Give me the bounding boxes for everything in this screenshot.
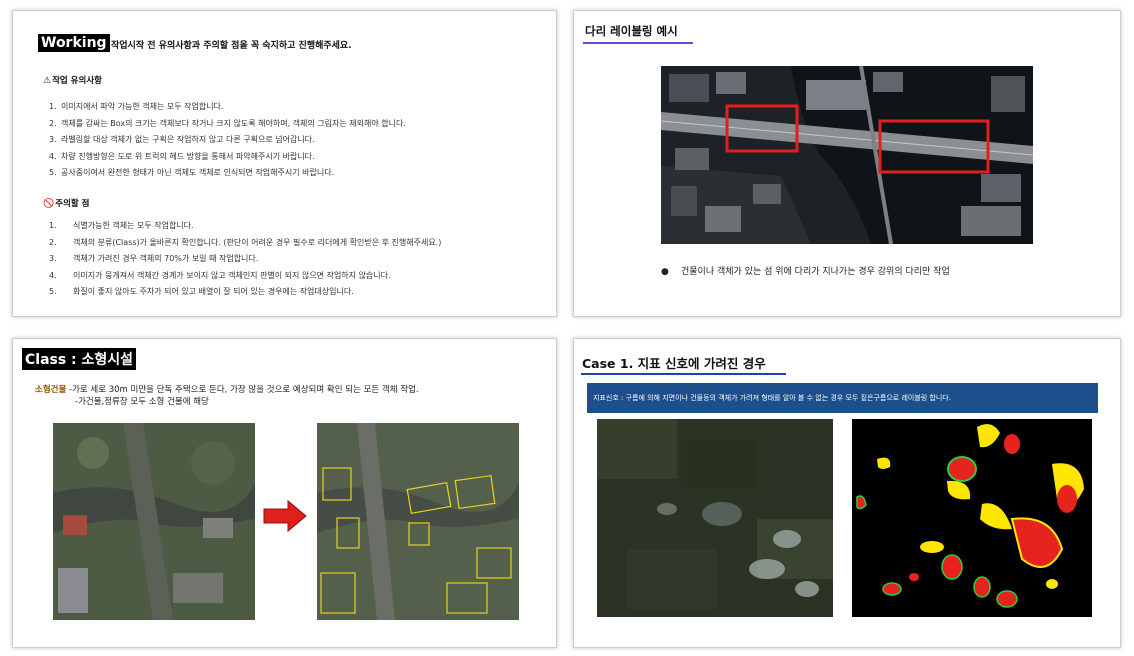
notes-list: 1. 이미지에서 파악 가능한 객체는 모두 작업합니다. 2. 객체를 감싸는 Bo…: [49, 101, 406, 184]
small-building-keyword: 소형건물: [35, 385, 67, 395]
list-item: 2. 객체의 분류(Class)가 올바른지 확인합니다. (판단이 어려운 경우…: [49, 237, 441, 254]
list-number: 1.: [49, 221, 57, 230]
list-number: 2.: [49, 237, 57, 247]
section-caution-title: 🚫주의할 점: [43, 199, 90, 209]
slide-class-small-facility: Class : 소형시설 소형건물 -가로 세로 30m 미만을 단독 주택으로…: [12, 338, 557, 648]
arrow-right-icon: [263, 499, 307, 533]
list-item: 5. 공사중이여서 완전한 형태가 아닌 객체도 객체로 인식되면 작업해주시기 …: [49, 167, 406, 184]
satellite-image-labeled: [317, 423, 519, 620]
list-text: 공사중이여서 완전한 형태가 아닌 객체도 객체로 인식되면 작업해주시기 바랍…: [61, 168, 335, 178]
case1-title: Case 1. 지표 신호에 가려진 경우: [582, 356, 766, 371]
title-underline: [581, 373, 786, 375]
caution-list: 1. 식별가능한 객체는 모두 작업합니다. 2. 객체의 분류(Class)가 올바…: [49, 220, 441, 303]
list-number: 3.: [49, 254, 57, 264]
list-text: 객체의 분류(Class)가 올바른지 확인합니다. (판단이 어려운 경우 필…: [73, 237, 442, 247]
list-item: 1. 이미지에서 파악 가능한 객체는 모두 작업합니다.: [49, 101, 406, 118]
list-text: 객체가 가려진 경우 객체의 70%가 보일 때 작업합니다.: [73, 254, 259, 264]
list-item: 1. 식별가능한 객체는 모두 작업합니다.: [49, 220, 441, 237]
small-building-desc: 소형건물 -가로 세로 30m 미만을 단독 주택으로 둔다, 가장 많을 것으…: [35, 385, 419, 395]
cloud-definition-banner: 지표신호 : 구름에 의해 지면이나 건물등의 객체가 가려져 형태를 알아 볼…: [587, 383, 1098, 413]
slide-case1-cloud: Case 1. 지표 신호에 가려진 경우 지표신호 : 구름에 의해 지면이나…: [573, 338, 1121, 648]
slide-working-notes: Working 작업시작 전 유의사항과 주의할 점을 꼭 숙지하고 진행해주세…: [12, 10, 557, 317]
list-number: 2.: [49, 118, 57, 128]
list-item: 3. 객체가 가려진 경우 객체의 70%가 보일 때 작업합니다.: [49, 253, 441, 270]
small-building-note: -가건물,정류장 모두 소형 건물에 해당: [75, 397, 209, 407]
list-text: 라벨링할 대상 객체가 없는 구획은 작업하지 않고 다른 구획으로 넘어갑니다…: [61, 135, 315, 145]
list-number: 3.: [49, 135, 57, 145]
working-badge: Working: [38, 34, 110, 52]
list-item: 3. 라벨링할 대상 객체가 없는 구획은 작업하지 않고 다른 구획으로 넘어갑…: [49, 134, 406, 151]
bridge-caption: ● 건물이나 객체가 있는 섬 위에 다리가 지나가는 경우 강위의 다리만 작업: [661, 267, 950, 277]
satellite-image-original: [53, 423, 255, 620]
bridge-aerial-image: [661, 66, 1033, 244]
list-text: 화질이 좋지 않아도 주차가 되어 있고 배열이 잘 되어 있는 경우에는 작업…: [73, 287, 354, 297]
class-badge: Class : 소형시설: [22, 348, 137, 370]
warning-icon: ⚠: [43, 76, 52, 86]
prohibited-icon: 🚫: [43, 199, 55, 209]
list-item: 4. 차량 진행방향은 도로 위 트럭의 헤드 방향을 통해서 파악해주시기 바랍…: [49, 151, 406, 168]
cloud-label-mask: [852, 419, 1092, 617]
list-number: 5.: [49, 168, 57, 178]
title-underline: [583, 42, 693, 44]
list-text: 이미지에서 파악 가능한 객체는 모두 작업합니다.: [61, 102, 224, 111]
list-item: 5. 화질이 좋지 않아도 주차가 되어 있고 배열이 잘 되어 있는 경우에는 …: [49, 286, 441, 303]
list-number: 4.: [49, 151, 57, 161]
list-number: 4.: [49, 270, 57, 280]
list-text: 이미지가 뭉개져서 객체간 경계가 보이지 않고 객체인지 판별이 되지 않으면…: [73, 270, 391, 280]
list-text: 차량 진행방향은 도로 위 트럭의 헤드 방향을 통해서 파악해주시기 바랍니다…: [61, 151, 315, 161]
bullet-icon: ●: [661, 267, 669, 277]
list-number: 5.: [49, 287, 57, 297]
list-text: 객체를 감싸는 Box의 크기는 객체보다 작거나 크지 않도록 해야하며, 객…: [61, 118, 406, 128]
cloud-satellite-image: [597, 419, 833, 617]
section-notes-title: ⚠작업 유의사항: [43, 76, 102, 86]
list-text: 식별가능한 객체는 모두 작업합니다.: [73, 221, 194, 230]
list-item: 2. 객체를 감싸는 Box의 크기는 객체보다 작거나 크지 않도록 해야하며,…: [49, 118, 406, 135]
slide-bridge-example: 다리 레이블링 예시 ● 건물이나 객체가 있는 섬 위에 다리가 지나가는 경우…: [573, 10, 1121, 317]
list-item: 4. 이미지가 뭉개져서 객체간 경계가 보이지 않고 객체인지 판별이 되지 않…: [49, 270, 441, 287]
working-heading: 작업시작 전 유의사항과 주의할 점을 꼭 숙지하고 진행해주세요.: [111, 41, 352, 51]
list-number: 1.: [49, 102, 57, 111]
bridge-title: 다리 레이블링 예시: [585, 24, 678, 38]
